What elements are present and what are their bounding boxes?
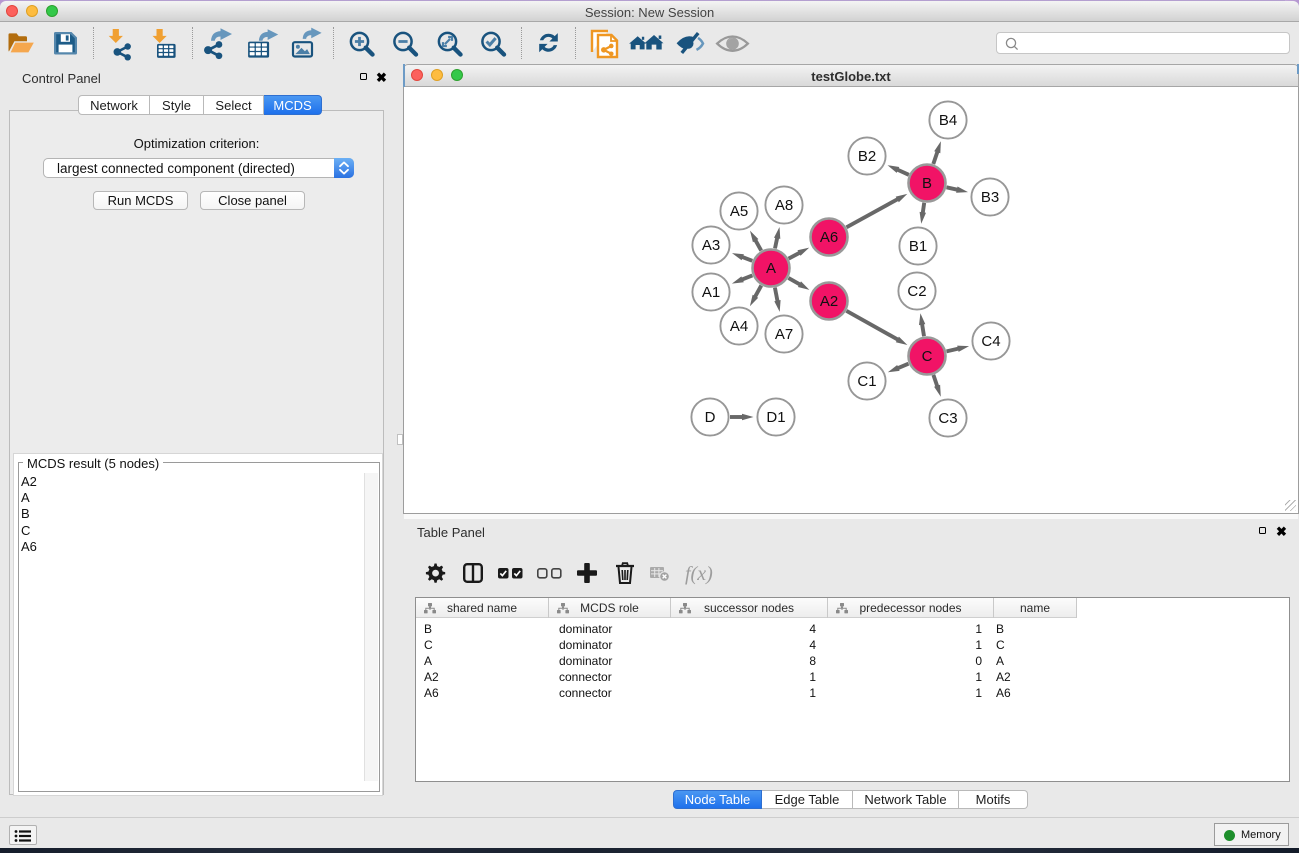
svg-text:C2: C2 — [907, 283, 926, 300]
svg-text:A3: A3 — [702, 237, 720, 254]
svg-text:A8: A8 — [775, 197, 793, 214]
svg-text:A2: A2 — [820, 293, 838, 310]
svg-text:f(x): f(x) — [685, 563, 713, 585]
svg-text:A5: A5 — [730, 203, 748, 220]
svg-text:A1: A1 — [702, 284, 720, 301]
svg-text:D1: D1 — [766, 409, 785, 426]
svg-text:A4: A4 — [730, 318, 748, 335]
svg-text:B4: B4 — [939, 112, 957, 129]
svg-text:C3: C3 — [938, 410, 957, 427]
svg-text:C: C — [922, 348, 933, 365]
svg-text:B2: B2 — [858, 148, 876, 165]
svg-text:C1: C1 — [857, 373, 876, 390]
svg-text:A7: A7 — [775, 326, 793, 343]
svg-text:B: B — [922, 175, 932, 192]
svg-text:C4: C4 — [981, 333, 1000, 350]
svg-text:A: A — [766, 260, 776, 277]
svg-text:B3: B3 — [981, 189, 999, 206]
svg-text:A6: A6 — [820, 229, 838, 246]
svg-text:B1: B1 — [909, 238, 927, 255]
svg-text:D: D — [705, 409, 716, 426]
